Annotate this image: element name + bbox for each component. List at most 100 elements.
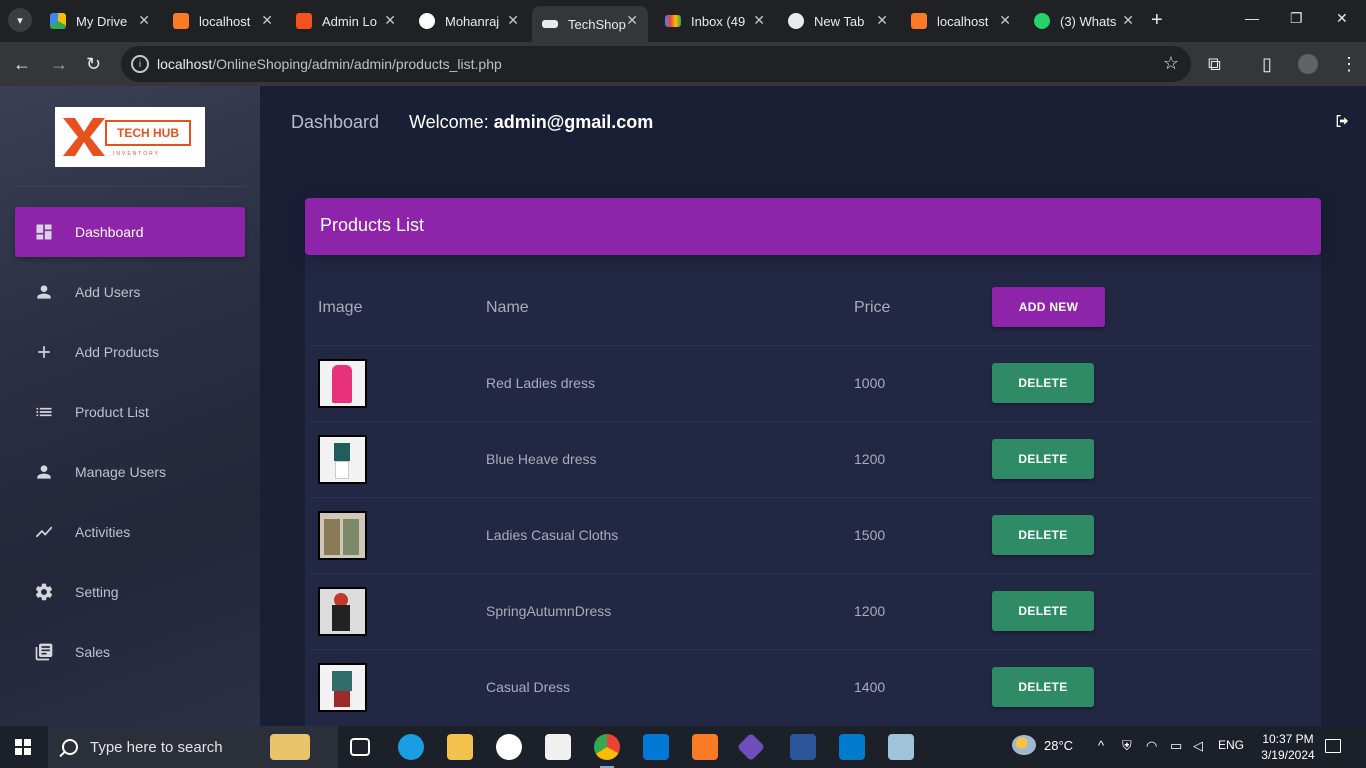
tab-title: TechShop xyxy=(568,16,626,32)
tab-github[interactable]: Mohanraj ✕ xyxy=(409,6,529,36)
url-text[interactable]: localhost/OnlineShoping/admin/admin/prod… xyxy=(157,56,502,72)
side-panel-icon[interactable]: ▯ xyxy=(1262,54,1272,74)
welcome-text: Welcome: admin@gmail.com xyxy=(409,112,653,133)
reload-button[interactable]: ↻ xyxy=(86,54,101,74)
navbar-brand[interactable]: Dashboard xyxy=(291,112,379,133)
gmail-icon xyxy=(665,15,681,27)
wifi-icon[interactable]: ◠ xyxy=(1146,738,1157,754)
sidebar-item-product-list[interactable]: Product List xyxy=(15,387,245,437)
delete-button[interactable]: DELETE xyxy=(992,667,1094,707)
app-store-icon[interactable] xyxy=(496,734,522,760)
windows-start-icon[interactable] xyxy=(15,739,31,755)
tab-whatsapp[interactable]: (3) Whats ✕ xyxy=(1024,6,1144,36)
sidebar-item-manage-users[interactable]: Manage Users xyxy=(15,447,245,497)
edge-icon[interactable] xyxy=(398,734,424,760)
logout-icon[interactable] xyxy=(1334,113,1350,134)
xampp-icon[interactable] xyxy=(692,734,718,760)
notepad-icon[interactable] xyxy=(888,734,914,760)
task-view-icon[interactable] xyxy=(350,738,370,756)
weather-icon[interactable] xyxy=(1012,735,1036,755)
tab-search-icon[interactable]: ▾ xyxy=(8,8,32,32)
logo-text: TECH HUB xyxy=(105,120,191,146)
close-icon[interactable]: ✕ xyxy=(261,12,273,29)
sidebar-item-setting[interactable]: Setting xyxy=(15,567,245,617)
git-icon[interactable] xyxy=(736,732,766,762)
forward-button[interactable]: → xyxy=(50,54,68,74)
sidebar-item-add-users[interactable]: Add Users xyxy=(15,267,245,317)
chevron-up-icon[interactable]: ^ xyxy=(1098,738,1104,753)
techshop-icon xyxy=(542,20,558,28)
tab-gmail[interactable]: Inbox (49 ✕ xyxy=(655,6,775,36)
security-icon[interactable]: ⛨ xyxy=(1122,738,1132,754)
close-icon[interactable]: ✕ xyxy=(753,12,765,29)
notification-icon[interactable] xyxy=(1325,739,1341,753)
vscode-icon[interactable] xyxy=(839,734,865,760)
tab-localhost-2[interactable]: localhost ✕ xyxy=(901,6,1021,36)
tab-techshop[interactable]: TechShop ✕ xyxy=(532,6,648,42)
dashboard-icon xyxy=(33,221,55,243)
tab-my-drive[interactable]: My Drive ✕ xyxy=(40,6,160,36)
delete-button[interactable]: DELETE xyxy=(992,439,1094,479)
tab-admin-login[interactable]: Admin Lo ✕ xyxy=(286,6,406,36)
sidebar-item-dashboard[interactable]: Dashboard xyxy=(15,207,245,257)
sidebar-item-label: Product List xyxy=(75,404,149,420)
logo-subtext: INVENTORY xyxy=(113,151,160,157)
table-row: SpringAutumnDress 1200 DELETE xyxy=(310,573,1315,649)
delete-button[interactable]: DELETE xyxy=(992,591,1094,631)
search-highlight-icon[interactable] xyxy=(270,734,310,760)
sidebar-item-label: Dashboard xyxy=(75,224,144,240)
close-icon[interactable]: ✕ xyxy=(999,12,1011,29)
techhub-logo[interactable]: TECH HUB INVENTORY xyxy=(55,107,205,167)
volume-icon[interactable]: ◁ xyxy=(1193,738,1203,754)
profile-avatar[interactable] xyxy=(1298,54,1318,74)
address-bar[interactable]: i localhost/OnlineShoping/admin/admin/pr… xyxy=(121,46,1191,82)
sidebar-item-sales[interactable]: Sales xyxy=(15,627,245,677)
site-info-icon[interactable]: i xyxy=(131,55,149,73)
extensions-icon[interactable]: ⧉ xyxy=(1208,54,1221,74)
window-close-button[interactable]: ✕ xyxy=(1336,10,1348,27)
delete-button[interactable]: DELETE xyxy=(992,363,1094,403)
person-icon xyxy=(33,281,55,303)
new-tab-button[interactable]: + xyxy=(1151,10,1163,30)
teams-icon[interactable] xyxy=(643,734,669,760)
product-image[interactable] xyxy=(318,435,367,484)
product-price: 1200 xyxy=(854,451,886,467)
chrome-icon[interactable] xyxy=(594,734,620,768)
product-image[interactable] xyxy=(318,511,367,560)
clock-time: 10:37 PM xyxy=(1262,732,1314,746)
restore-button[interactable]: ❐ xyxy=(1290,10,1303,27)
weather-temperature[interactable]: 28°C xyxy=(1044,738,1073,753)
close-icon[interactable]: ✕ xyxy=(138,12,150,29)
back-button[interactable]: ← xyxy=(13,54,31,74)
add-new-button[interactable]: ADD NEW xyxy=(992,287,1105,327)
delete-button[interactable]: DELETE xyxy=(992,515,1094,555)
tab-title: Admin Lo xyxy=(322,13,377,29)
file-explorer-icon[interactable] xyxy=(447,734,473,760)
tab-title: (3) Whats xyxy=(1060,13,1117,29)
sidebar-item-activities[interactable]: Activities xyxy=(15,507,245,557)
product-name: Blue Heave dress xyxy=(486,451,597,467)
tab-localhost-1[interactable]: localhost ✕ xyxy=(163,6,283,36)
close-icon[interactable]: ✕ xyxy=(626,12,638,29)
microsoft-store-icon[interactable] xyxy=(545,734,571,760)
browser-menu-icon[interactable]: ⋮ xyxy=(1340,54,1358,74)
bookmark-star-icon[interactable]: ☆ xyxy=(1163,53,1179,74)
product-image[interactable] xyxy=(318,663,367,712)
system-clock[interactable]: 10:37 PM 3/19/2024 xyxy=(1254,731,1322,763)
tab-title: New Tab xyxy=(814,13,865,29)
card-title: Products List xyxy=(320,215,425,235)
sidebar-item-add-products[interactable]: Add Products xyxy=(15,327,245,377)
table-row: Ladies Casual Cloths 1500 DELETE xyxy=(310,497,1315,573)
minimize-button[interactable]: — xyxy=(1245,10,1259,26)
close-icon[interactable]: ✕ xyxy=(507,12,519,29)
google-drive-icon xyxy=(50,13,66,29)
close-icon[interactable]: ✕ xyxy=(384,12,396,29)
close-icon[interactable]: ✕ xyxy=(1122,12,1134,29)
close-icon[interactable]: ✕ xyxy=(876,12,888,29)
tab-new-tab[interactable]: New Tab ✕ xyxy=(778,6,898,36)
language-indicator[interactable]: ENG xyxy=(1218,738,1244,752)
word-icon[interactable] xyxy=(790,734,816,760)
product-image[interactable] xyxy=(318,587,367,636)
product-image[interactable] xyxy=(318,359,367,408)
battery-icon[interactable]: ▭ xyxy=(1170,738,1182,754)
